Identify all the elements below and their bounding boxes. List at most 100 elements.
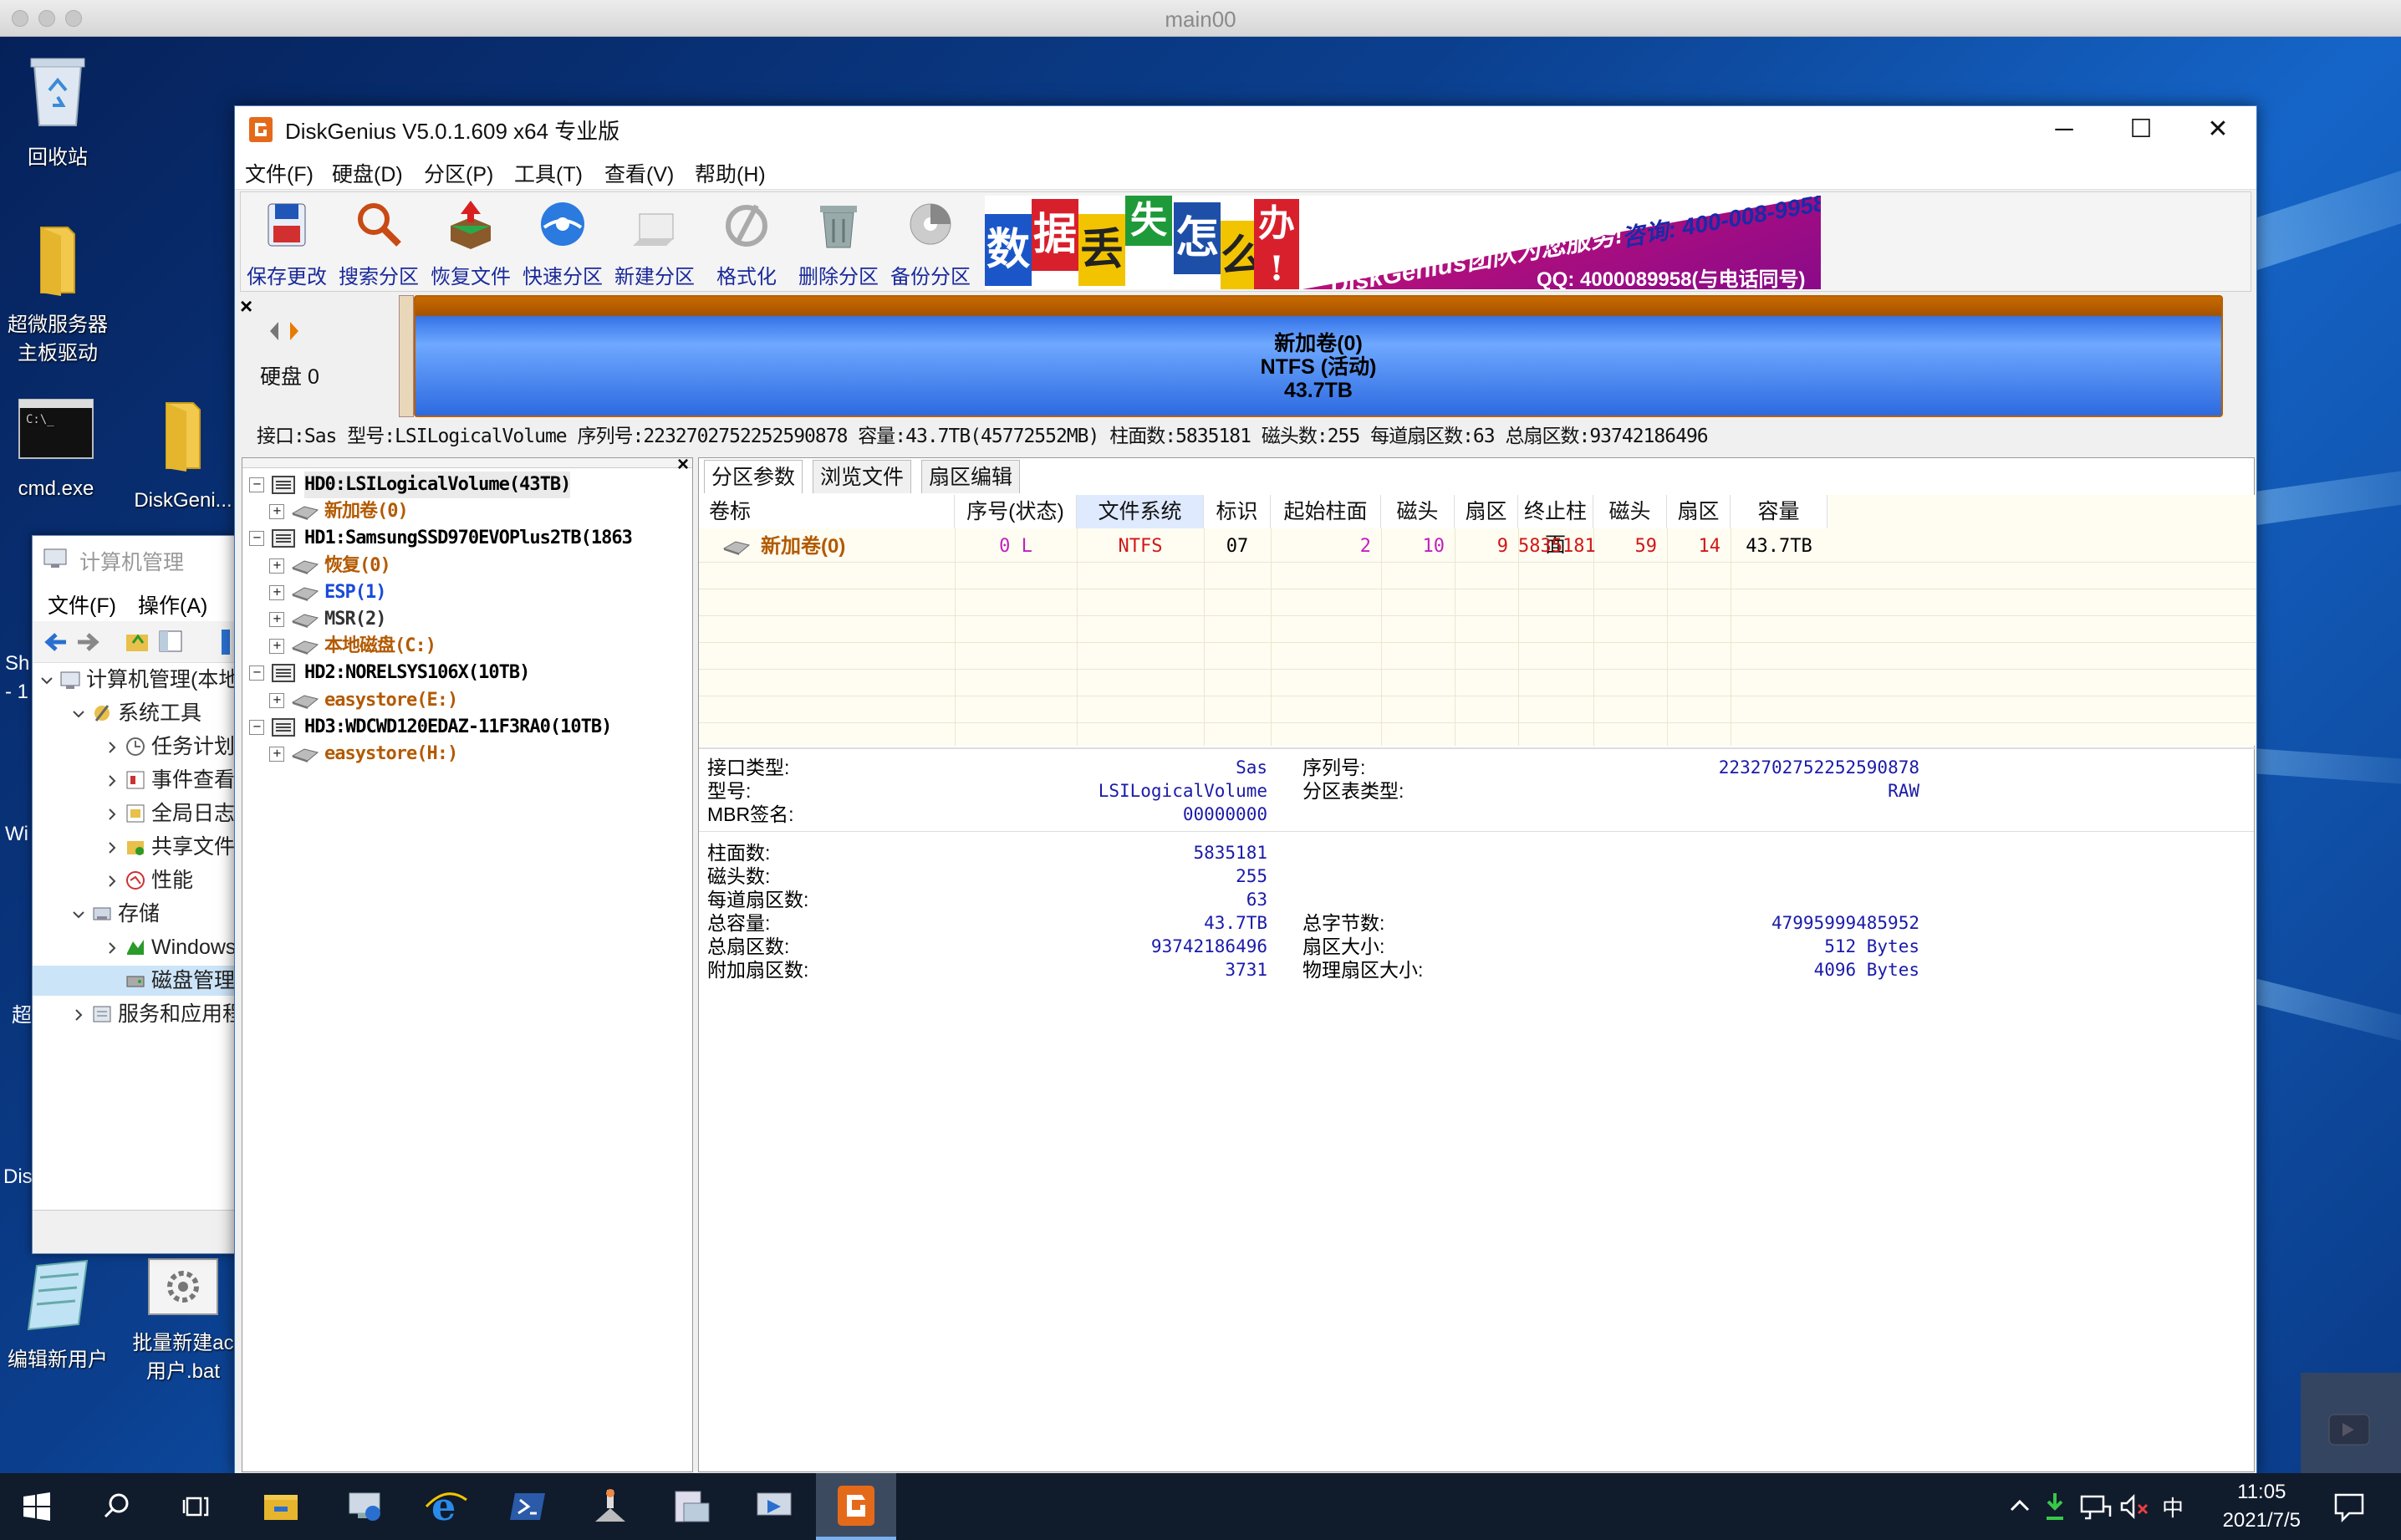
close-diskmap-icon[interactable]: ×: [240, 293, 252, 319]
tree-node[interactable]: − HD0:LSILogicalVolume(43TB): [242, 472, 692, 498]
chevron-down-icon[interactable]: [71, 907, 86, 922]
partbar-scroll-handle[interactable]: [399, 295, 414, 417]
cm-tree-item[interactable]: 系统工具: [33, 698, 240, 728]
table-header[interactable]: 标识: [1204, 495, 1271, 528]
desktop-icon-diskgenius-folder[interactable]: DiskGeni...: [120, 398, 246, 515]
toolbar-button[interactable]: 快速分区: [517, 194, 609, 289]
tree-node[interactable]: + easystore(H:): [242, 741, 692, 767]
tree-node[interactable]: + easystore(E:): [242, 687, 692, 714]
tree-expander[interactable]: +: [269, 504, 284, 520]
table-header[interactable]: 磁头: [1593, 495, 1667, 528]
cm-tree-item[interactable]: 共享文件夹: [33, 832, 240, 862]
tree-expander[interactable]: +: [269, 747, 284, 762]
diskgenius-window[interactable]: DiskGenius V5.0.1.609 x64 专业版 ─ ☐ ✕ 文件(F…: [234, 105, 2257, 1475]
cm-tree-item[interactable]: 任务计划程: [33, 732, 240, 762]
ad-banner[interactable]: 数 据 丢 失 怎 么 办 ! DiskGenius团队为您服务! 咨询: 40…: [985, 196, 1821, 289]
disk-nav-arrows[interactable]: [267, 319, 303, 344]
forward-arrow-icon[interactable]: [76, 631, 101, 653]
chevron-right-icon[interactable]: [105, 941, 120, 956]
partition-bar[interactable]: 新加卷(0) NTFS (活动) 43.7TB: [414, 295, 2223, 417]
chevron-down-icon[interactable]: [71, 706, 86, 722]
ime-indicator[interactable]: 中: [2162, 1492, 2184, 1522]
table-cell[interactable]: 9: [1455, 532, 1518, 562]
table-cell[interactable]: 07: [1204, 532, 1271, 562]
volume-muted-icon[interactable]: [2108, 1481, 2159, 1532]
internet-explorer-icon[interactable]: e: [421, 1481, 472, 1532]
tree-expander[interactable]: −: [249, 719, 264, 735]
chevron-right-icon[interactable]: [71, 1007, 86, 1022]
table-cell[interactable]: NTFS: [1077, 532, 1204, 562]
table-cell[interactable]: 59: [1593, 532, 1667, 562]
back-arrow-icon[interactable]: [43, 631, 68, 653]
cm-tree-item[interactable]: 计算机管理(本地): [33, 665, 240, 695]
cm-tree-item[interactable]: 服务和应用程: [33, 999, 240, 1029]
floating-widget[interactable]: [2301, 1373, 2401, 1473]
close-button[interactable]: ✕: [2179, 106, 2256, 153]
chevron-right-icon[interactable]: [105, 740, 120, 755]
maximize-button[interactable]: ☐: [2103, 106, 2179, 153]
toolbar-button[interactable]: 搜索分区: [333, 194, 425, 289]
table-header[interactable]: 卷标: [699, 495, 955, 528]
diskgenius-taskbar-button[interactable]: [816, 1473, 896, 1540]
powershell-icon[interactable]: [503, 1481, 553, 1532]
desktop-icon-cmd[interactable]: C:\_ cmd.exe: [0, 398, 119, 503]
toolbar-button[interactable]: 新建分区: [609, 194, 701, 289]
chevron-right-icon[interactable]: [105, 807, 120, 822]
tree-node[interactable]: + 新加卷(0): [242, 498, 692, 525]
notification-icon[interactable]: [2324, 1481, 2374, 1532]
show-hide-tree-icon[interactable]: [158, 630, 183, 653]
toolbar-button[interactable]: 删除分区: [793, 194, 884, 289]
tree-expander[interactable]: +: [269, 558, 284, 574]
toolbar-button[interactable]: 备份分区: [884, 194, 976, 289]
computer-management-taskbar-icon[interactable]: [339, 1481, 390, 1532]
tree-node[interactable]: − HD1:SamsungSSD970EVOPlus2TB(1863: [242, 525, 692, 552]
tree-expander[interactable]: +: [269, 639, 284, 655]
tree-node[interactable]: − HD2:NORELSYS106X(10TB): [242, 660, 692, 686]
toolbar-button[interactable]: 恢复文件: [425, 194, 517, 289]
dg-menu-item[interactable]: 查看(V): [604, 158, 674, 188]
table-cell[interactable]: 43.7TB: [1731, 532, 1828, 562]
table-header[interactable]: 磁头: [1381, 495, 1455, 528]
table-header[interactable]: 序号(状态): [955, 495, 1077, 528]
tree-expander[interactable]: +: [269, 692, 284, 708]
remote-desktop-icon[interactable]: [749, 1481, 799, 1532]
desktop-icon-driver-folder[interactable]: 超微服务器 主板驱动: [0, 222, 120, 368]
tab-1[interactable]: 浏览文件: [813, 460, 912, 493]
windows-start-icon[interactable]: [12, 1481, 62, 1532]
up-folder-icon[interactable]: [125, 630, 150, 653]
chevron-right-icon[interactable]: [105, 840, 120, 855]
computer-management-window[interactable]: 计算机管理 文件(F) 操作(A) 计算机管理(本地) 系统工具任务计划程事件查看…: [32, 535, 241, 1254]
cm-tree-item[interactable]: Windows: [33, 932, 240, 962]
table-cell[interactable]: 5835181: [1518, 532, 1596, 562]
tree-node[interactable]: − HD3:WDCWD120EDAZ-11F3RA0(10TB): [242, 714, 692, 741]
cm-tree-item[interactable]: 事件查看器: [33, 765, 240, 795]
tree-expander[interactable]: −: [249, 477, 264, 492]
server-manager-icon[interactable]: [667, 1481, 717, 1532]
table-header[interactable]: 起始柱面: [1271, 495, 1381, 528]
table-cell[interactable]: 2: [1271, 532, 1381, 562]
dg-menu-item[interactable]: 工具(T): [514, 158, 583, 188]
cm-menu-action[interactable]: 操作(A): [138, 589, 207, 620]
clock[interactable]: 11:05 2021/7/5: [2223, 1478, 2301, 1535]
table-header[interactable]: 扇区: [1667, 495, 1731, 528]
dg-menu-item[interactable]: 文件(F): [245, 158, 314, 188]
tree-node[interactable]: + 恢复(0): [242, 553, 692, 579]
network-tool-icon[interactable]: [585, 1481, 635, 1532]
toolbar-button[interactable]: 保存更改: [241, 194, 333, 289]
cm-menu-file[interactable]: 文件(F): [48, 589, 116, 620]
table-cell[interactable]: 0 L: [955, 532, 1077, 562]
toolbar-button[interactable]: 格式化: [701, 194, 793, 289]
table-cell[interactable]: 14: [1667, 532, 1731, 562]
desktop-icon-recycle-bin[interactable]: 回收站: [0, 50, 120, 172]
cm-tree-item[interactable]: 存储: [33, 899, 240, 929]
tree-node[interactable]: + 本地磁盘(C:): [242, 633, 692, 660]
desktop-icon-batch-bat[interactable]: 批量新建ac 用户.bat: [120, 1257, 246, 1386]
task-view-icon[interactable]: [172, 1481, 222, 1532]
desktop-icon-edit-user[interactable]: 编辑新用户: [0, 1257, 120, 1374]
dg-menu-item[interactable]: 分区(P): [424, 158, 493, 188]
table-cell[interactable]: 10: [1381, 532, 1455, 562]
tree-expander[interactable]: −: [249, 531, 264, 547]
toolbar-overflow[interactable]: [222, 630, 230, 655]
search-icon[interactable]: [92, 1481, 142, 1532]
cm-tree-item[interactable]: 全局日志: [33, 798, 240, 829]
